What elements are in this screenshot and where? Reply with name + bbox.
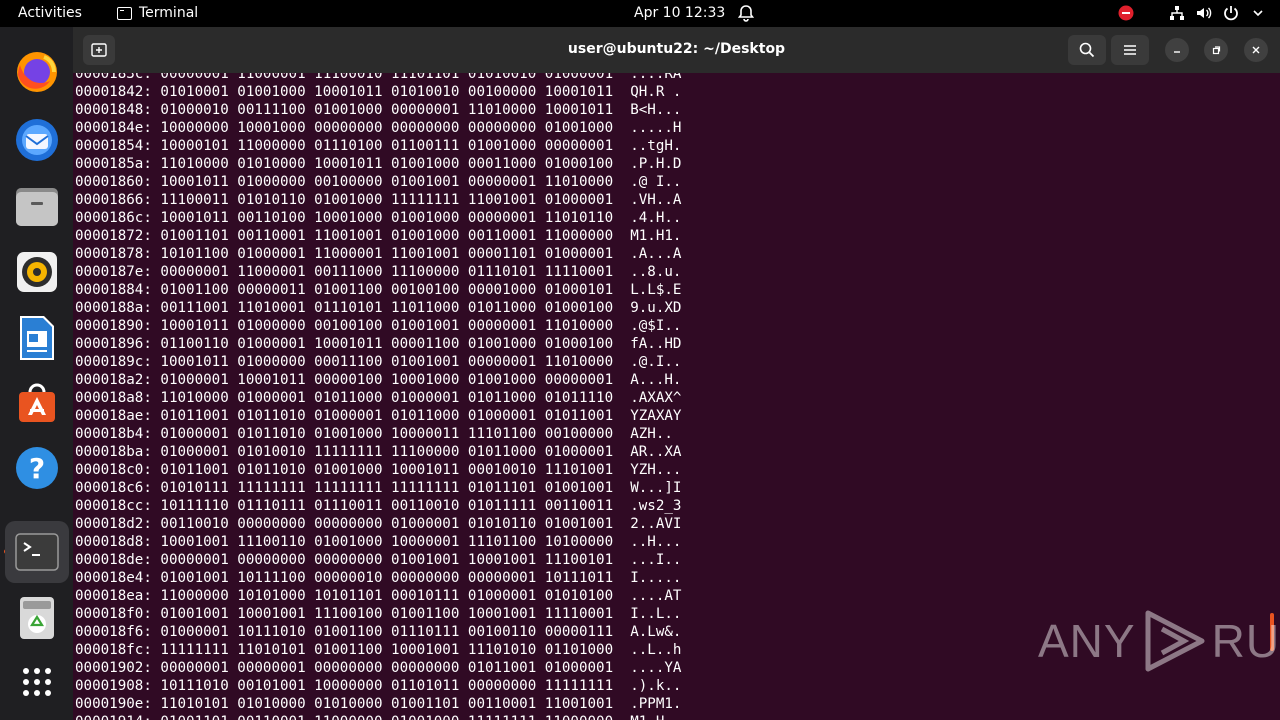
terminal-line: 00001842: 01010001 01001000 10001011 010… bbox=[75, 84, 682, 100]
clock[interactable]: Apr 10 12:33 bbox=[634, 5, 725, 21]
terminal-icon bbox=[117, 6, 132, 20]
watermark-text-left: ANY bbox=[1038, 615, 1136, 667]
terminal-line: 000018c6: 01010111 11111111 11111111 111… bbox=[75, 480, 682, 496]
terminal-line: 0000189c: 10001011 01000000 00011100 010… bbox=[75, 354, 682, 370]
terminal-line: 000018c0: 01011001 01011010 01001000 100… bbox=[75, 462, 682, 478]
search-button[interactable] bbox=[1068, 35, 1106, 65]
app-menu[interactable]: Terminal bbox=[117, 5, 198, 21]
terminal-line: 000018d8: 10001001 11100110 01001000 100… bbox=[75, 534, 682, 550]
app-menu-label: Terminal bbox=[139, 5, 199, 21]
terminal-line: 00001890: 10001011 01000000 00100100 010… bbox=[75, 318, 682, 334]
terminal-line: 0000185a: 11010000 01010000 10001011 010… bbox=[75, 156, 682, 172]
terminal-line: 000018ea: 11000000 10101000 10101101 000… bbox=[75, 588, 682, 604]
terminal-line: 000018a8: 11010000 01000001 01011000 010… bbox=[75, 390, 682, 406]
chevron-down-icon[interactable] bbox=[1249, 4, 1266, 22]
terminal-line: 00001866: 11100011 01010110 01001000 111… bbox=[75, 192, 682, 208]
dock: ? bbox=[0, 27, 73, 720]
terminal-line: 000018fc: 11111111 11010101 01001100 100… bbox=[75, 642, 682, 658]
terminal-line: 000018ba: 01000001 01010010 11111111 111… bbox=[75, 444, 682, 460]
terminal-line: 0000183c: 00000001 11000001 11100010 111… bbox=[75, 73, 682, 82]
ubuntu-software-icon[interactable] bbox=[12, 377, 62, 427]
terminal-line: 000018f0: 01001001 10001001 11100100 010… bbox=[75, 606, 682, 622]
terminal-line: 0000188a: 00111001 11010001 01110101 110… bbox=[75, 300, 682, 316]
svg-text:?: ? bbox=[29, 452, 45, 485]
terminal-line: 00001902: 00000001 00000001 00000000 000… bbox=[75, 660, 682, 676]
watermark-text-right: RUN bbox=[1211, 615, 1280, 667]
files-icon[interactable] bbox=[12, 182, 62, 232]
terminal-line: 00001872: 01001101 00110001 11001001 010… bbox=[75, 228, 682, 244]
volume-icon[interactable] bbox=[1195, 4, 1212, 22]
rhythmbox-icon[interactable] bbox=[12, 247, 62, 297]
terminal-line: 00001908: 10111010 00101001 10000000 011… bbox=[75, 678, 682, 694]
thunderbird-icon[interactable] bbox=[12, 115, 62, 165]
top-bar: Activities Terminal Apr 10 12:33 bbox=[0, 0, 1280, 27]
network-icon[interactable] bbox=[1168, 4, 1185, 22]
terminal-line: 00001896: 01100110 01000001 10001011 000… bbox=[75, 336, 682, 352]
terminal-line: 00001848: 01000010 00111100 01001000 000… bbox=[75, 102, 682, 118]
terminal-line: 000018a2: 01000001 10001011 00000100 100… bbox=[75, 372, 682, 388]
anyrun-watermark: ANY RUN bbox=[1038, 606, 1280, 676]
terminal-lines: 0000183c: 00000001 11000001 11100010 111… bbox=[75, 73, 681, 720]
terminal-line: 000018d2: 00110010 00000000 00000000 010… bbox=[75, 516, 682, 532]
system-tray[interactable] bbox=[1117, 4, 1266, 22]
terminal-line: 000018f6: 01000001 10111010 01001100 011… bbox=[75, 624, 682, 640]
firefox-icon[interactable] bbox=[12, 47, 62, 97]
bell-icon[interactable] bbox=[737, 4, 755, 22]
terminal-line: 00001884: 01001100 00000011 01001100 001… bbox=[75, 282, 682, 298]
window-titlebar[interactable]: user@ubuntu22: ~/Desktop bbox=[73, 27, 1280, 73]
terminal-line: 000018de: 00000001 00000000 00000000 010… bbox=[75, 552, 682, 568]
terminal-line: 000018cc: 10111110 01110111 01110011 001… bbox=[75, 498, 682, 514]
help-icon[interactable]: ? bbox=[12, 443, 62, 493]
terminal-dock-icon[interactable] bbox=[5, 521, 69, 583]
close-button[interactable] bbox=[1244, 38, 1268, 62]
terminal-line: 00001878: 10101100 01000001 11000001 110… bbox=[75, 246, 682, 262]
terminal-line: 00001914: 01001101 00110001 11000000 010… bbox=[75, 713, 681, 720]
new-tab-button[interactable] bbox=[83, 35, 115, 65]
libreoffice-writer-icon[interactable] bbox=[12, 313, 62, 363]
minimize-button[interactable] bbox=[1165, 38, 1189, 62]
show-applications-icon[interactable] bbox=[12, 657, 62, 707]
activities-button[interactable]: Activities bbox=[18, 5, 82, 21]
terminal-line: 0000186c: 10001011 00110100 10001000 010… bbox=[75, 210, 682, 226]
power-icon[interactable] bbox=[1222, 4, 1239, 22]
terminal-line: 00001860: 10001011 01000000 00100000 010… bbox=[75, 174, 682, 190]
terminal-line: 000018ae: 01011001 01011010 01000001 010… bbox=[75, 408, 682, 424]
trash-icon[interactable] bbox=[12, 593, 62, 643]
maximize-button[interactable] bbox=[1204, 38, 1228, 62]
terminal-line: 0000190e: 11010101 01010000 01010000 010… bbox=[75, 696, 682, 712]
terminal-line: 000018e4: 01001001 10111100 00000010 000… bbox=[75, 570, 682, 586]
hamburger-menu-button[interactable] bbox=[1111, 35, 1149, 65]
terminal-line: 0000187e: 00000001 11000001 00111000 111… bbox=[75, 264, 682, 280]
terminal-line: 000018b4: 01000001 01011010 01001000 100… bbox=[75, 426, 682, 442]
terminal-line: 0000184e: 10000000 10001000 00000000 000… bbox=[75, 120, 682, 136]
terminal-line: 00001854: 10000101 11000000 01110100 011… bbox=[75, 138, 682, 154]
play-logo-icon bbox=[1145, 610, 1205, 672]
do-not-disturb-icon[interactable] bbox=[1117, 4, 1134, 22]
